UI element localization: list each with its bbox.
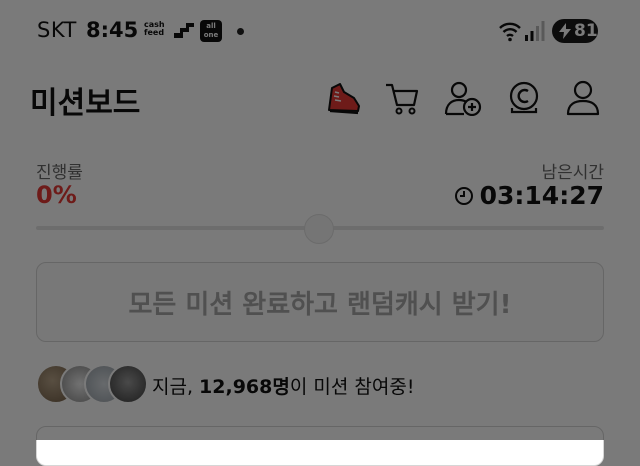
participant-avatars: [36, 364, 148, 406]
participants-count: 12,968명: [199, 376, 290, 398]
charging-bolt-icon: [559, 23, 571, 39]
claim-random-cash-button[interactable]: 모든 미션 완료하고 랜덤캐시 받기!: [36, 262, 604, 342]
progress-label: 진행률: [36, 163, 83, 183]
stairs-icon: [174, 22, 194, 42]
progress-value: 0%: [36, 181, 77, 209]
allone-icon: all one: [200, 20, 222, 42]
battery-level: 81: [574, 21, 598, 41]
remaining-time-value: 03:14:27: [479, 181, 604, 210]
cart-icon[interactable]: [384, 80, 420, 116]
notification-dot-icon: [237, 28, 244, 35]
progress-thumb: [304, 214, 334, 244]
page-title: 미션보드: [30, 86, 141, 121]
coin-icon[interactable]: [506, 80, 542, 116]
battery-indicator: 81: [552, 19, 598, 43]
sneaker-icon[interactable]: [324, 80, 360, 116]
participants-suffix: 이 미션 참여중!: [289, 376, 415, 398]
mission-card[interactable]: [36, 426, 604, 466]
profile-icon[interactable]: [566, 80, 602, 116]
status-bar: SKT 8:45 cash feed all one 81: [0, 0, 640, 62]
cashfeed-icon: cash feed: [144, 20, 165, 37]
add-user-icon[interactable]: [444, 80, 482, 116]
participants-prefix: 지금,: [152, 376, 200, 398]
avatar: [108, 364, 148, 404]
remaining-timer: 03:14:27: [454, 181, 604, 210]
remaining-time-label: 남은시간: [541, 163, 604, 183]
clock: 8:45: [86, 18, 139, 42]
clock-icon: [454, 186, 473, 205]
signal-icon: [524, 20, 546, 46]
wifi-icon: [498, 20, 522, 46]
participants-text: 지금, 12,968명이 미션 참여중!: [152, 372, 414, 399]
mission-board-page: SKT 8:45 cash feed all one 81 미션보드 진행률 0…: [0, 0, 640, 466]
carrier-label: SKT: [37, 18, 77, 42]
